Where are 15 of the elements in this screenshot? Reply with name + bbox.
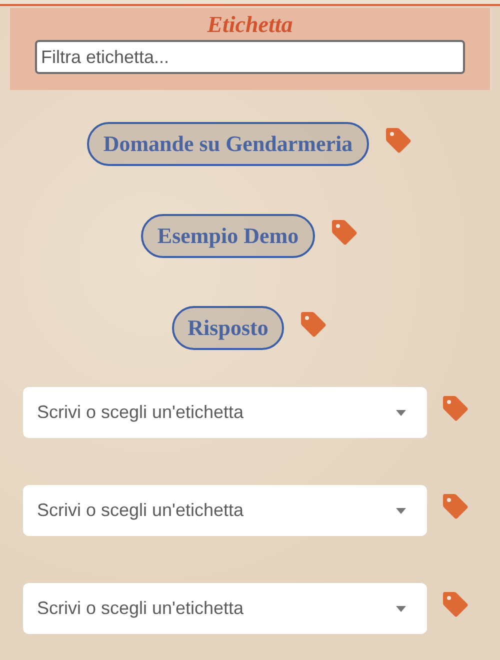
tag-icon (440, 491, 470, 521)
tag-combobox[interactable]: Scrivi o scegli un'etichetta (23, 386, 427, 438)
tag-icon (440, 589, 470, 619)
filter-field[interactable]: Filtra etichetta... (35, 40, 465, 74)
caret-icon (396, 606, 406, 612)
tag-icon (298, 309, 328, 339)
caret-icon (396, 410, 406, 416)
caret-icon (396, 508, 406, 514)
panel-title: Etichetta (206, 12, 294, 38)
tag-chip[interactable]: Risposto (172, 306, 284, 350)
tag-chip[interactable]: Domande su Gendarmeria (87, 122, 369, 166)
tag-icon (440, 393, 470, 423)
tag-chip[interactable]: Esempio Demo (141, 214, 315, 258)
tag-combobox[interactable]: Scrivi o scegli un'etichetta (23, 582, 427, 634)
tag-combobox[interactable]: Scrivi o scegli un'etichetta (23, 484, 427, 536)
